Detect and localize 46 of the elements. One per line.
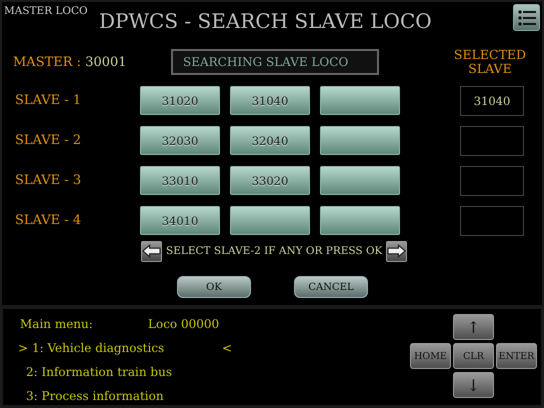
selected-slave-heading: SELECTED SLAVE bbox=[452, 48, 528, 76]
home-key[interactable]: HOME bbox=[410, 343, 451, 369]
slave-label: SLAVE - 1 bbox=[15, 93, 82, 108]
empty-slot-button[interactable] bbox=[230, 206, 310, 235]
menu-item[interactable]: 2: Information train bus bbox=[26, 365, 216, 379]
master-label: MASTER : 30001 bbox=[13, 54, 128, 70]
enter-key[interactable]: ENTER bbox=[496, 343, 537, 369]
mode-label: MASTER LOCO bbox=[3, 4, 89, 17]
loco-button[interactable]: 33010 bbox=[140, 166, 220, 195]
slave-label: SLAVE - 4 bbox=[15, 213, 82, 228]
empty-slot-button[interactable] bbox=[320, 126, 400, 155]
empty-slot-button[interactable] bbox=[320, 206, 400, 235]
menu-item[interactable]: 1: Vehicle diagnostics bbox=[32, 341, 222, 355]
selected-slave-field: 31040 bbox=[460, 86, 524, 116]
selected-slave-field bbox=[460, 206, 524, 236]
loco-button[interactable]: 32030 bbox=[140, 126, 220, 155]
left-arrow-icon bbox=[142, 244, 161, 258]
cursor-marker: < bbox=[222, 341, 232, 355]
loco-number: Loco 00000 bbox=[148, 317, 220, 331]
cursor-marker: > bbox=[18, 341, 30, 355]
screen-title: DPWCS - SEARCH SLAVE LOCO bbox=[99, 8, 433, 33]
slave-label: SLAVE - 3 bbox=[15, 173, 82, 188]
empty-slot-button[interactable] bbox=[320, 166, 400, 195]
right-arrow-button[interactable] bbox=[386, 240, 408, 262]
right-arrow-icon bbox=[387, 244, 406, 258]
loco-button[interactable]: 31020 bbox=[140, 86, 220, 115]
loco-button[interactable]: 31040 bbox=[230, 86, 310, 115]
loco-button[interactable]: 33020 bbox=[230, 166, 310, 195]
menu-item[interactable]: 3: Process information bbox=[26, 389, 216, 403]
menu-title: Main menu: bbox=[20, 317, 94, 331]
list-icon bbox=[518, 10, 536, 26]
menu-button[interactable] bbox=[513, 4, 540, 31]
ok-button[interactable]: OK bbox=[177, 276, 251, 298]
selected-slave-field bbox=[460, 126, 524, 156]
loco-button[interactable]: 34010 bbox=[140, 206, 220, 235]
selected-slave-field bbox=[460, 166, 524, 196]
status-field: SEARCHING SLAVE LOCO bbox=[171, 49, 379, 75]
loco-button[interactable]: 32040 bbox=[230, 126, 310, 155]
cancel-button[interactable]: CANCEL bbox=[294, 276, 368, 298]
up-key[interactable]: ↑ bbox=[453, 314, 494, 340]
left-arrow-button[interactable] bbox=[141, 240, 162, 262]
empty-slot-button[interactable] bbox=[320, 86, 400, 115]
clear-key[interactable]: CLR bbox=[453, 343, 494, 369]
hint-text: SELECT SLAVE-2 IF ANY OR PRESS OK bbox=[165, 245, 384, 257]
slave-label: SLAVE - 2 bbox=[15, 133, 82, 148]
down-key[interactable]: ↓ bbox=[453, 372, 494, 398]
